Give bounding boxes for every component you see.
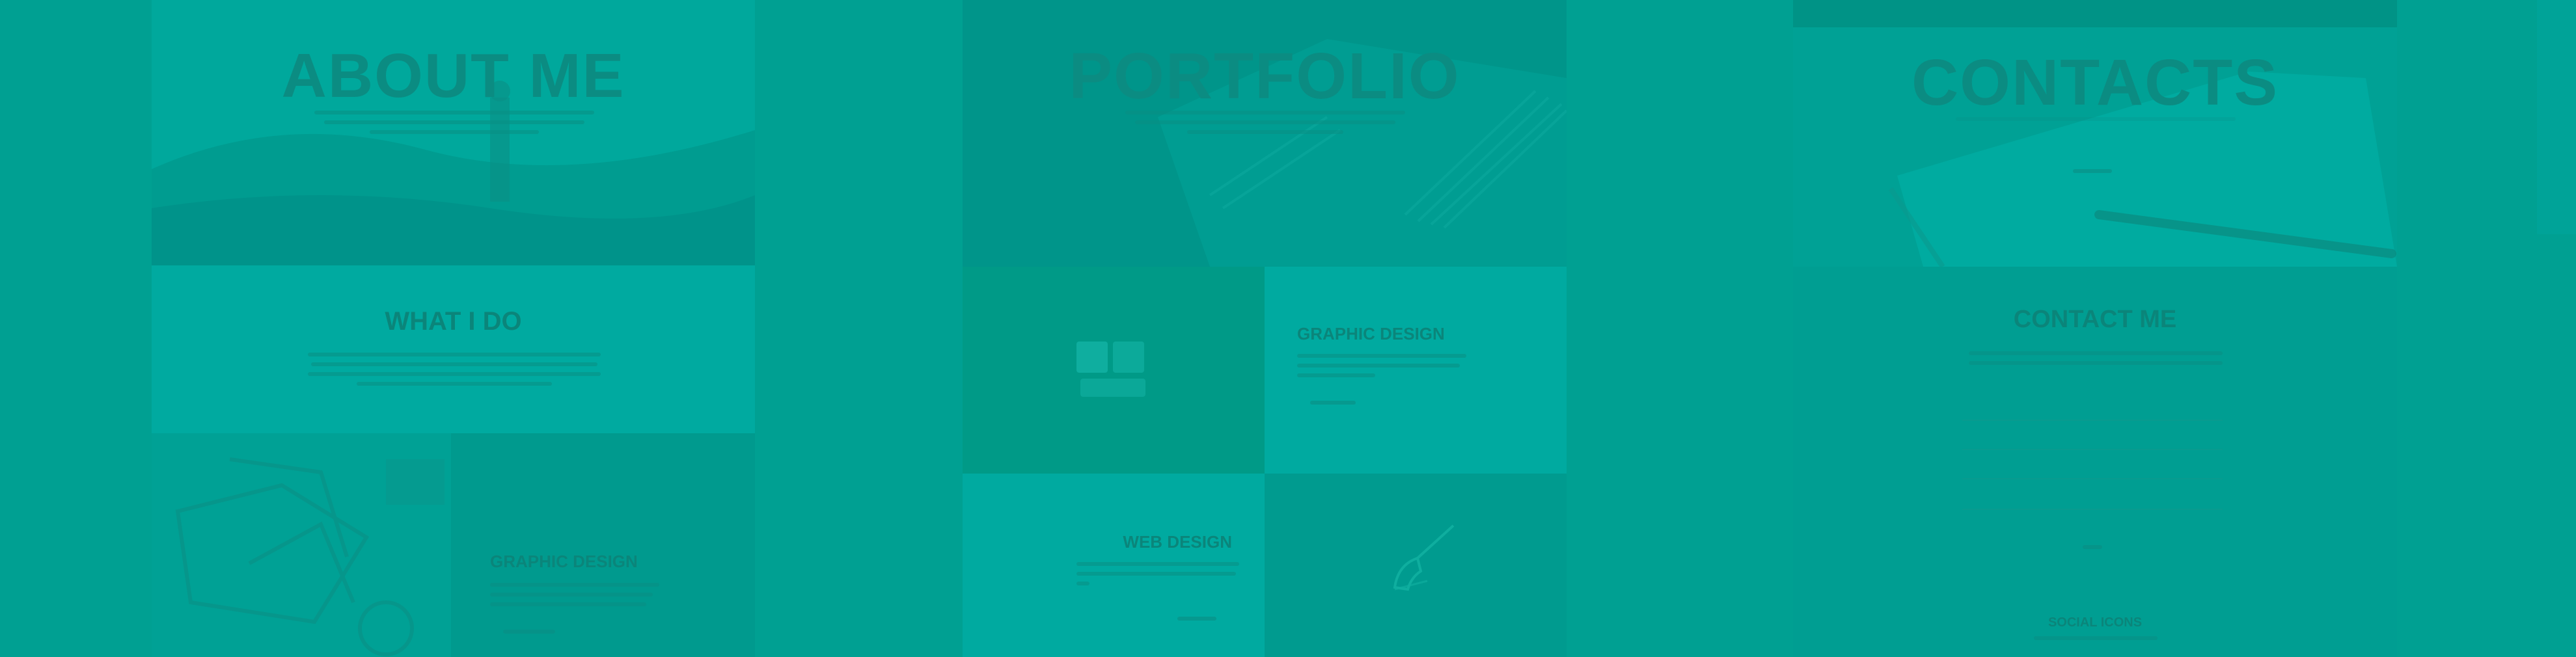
about-feature-image (152, 433, 451, 657)
next-panel-edge (2537, 0, 2576, 234)
contact-form-intro (1969, 351, 2223, 371)
contacts-hero-text (1956, 117, 2236, 127)
contacts-hero-image (1888, 72, 2397, 267)
contact-form-section: CONTACT ME SOCIAL ICONS (1793, 267, 2397, 657)
portfolio-hero: PORTFOLIO (963, 0, 1567, 267)
what-i-do-text (308, 353, 601, 392)
message-field[interactable] (1962, 509, 2223, 510)
contacts-title: CONTACTS (1911, 46, 2279, 119)
about-feature-title: GRAPHIC DESIGN (490, 552, 638, 571)
portfolio-panel: PORTFOLIO GRAPHIC DESIGN WEB DESIGN (963, 0, 1567, 657)
what-i-do-section: WHAT I DO (152, 265, 755, 433)
contacts-panel: CONTACTS CONTACT ME SOCIAL ICONS (1793, 0, 2397, 657)
portfolio-tile2-read-more[interactable] (1177, 617, 1216, 621)
portfolio-tile2-text (1076, 562, 1239, 591)
send-button[interactable] (2083, 545, 2102, 549)
portfolio-tile2-title: WEB DESIGN (1123, 532, 1232, 552)
portfolio-title: PORTFOLIO (1069, 40, 1460, 113)
portfolio-tile-web-image[interactable] (1265, 474, 1567, 657)
what-i-do-title: WHAT I DO (385, 307, 522, 336)
about-hero: ABOUT ME (152, 0, 755, 265)
about-panel: ABOUT ME WHAT I DO GRAPHIC DESIGN (152, 0, 755, 657)
subject-field[interactable] (1962, 478, 2223, 479)
portfolio-tile-graphic-text: GRAPHIC DESIGN (1265, 267, 1567, 474)
portfolio-tile1-text (1297, 354, 1466, 383)
portfolio-tile-web-text: WEB DESIGN (963, 474, 1265, 657)
pen-icon (1393, 524, 1455, 591)
portfolio-tile1-read-more[interactable] (1310, 401, 1356, 405)
contact-form-title: CONTACT ME (2013, 306, 2177, 333)
contacts-hero: CONTACTS (1793, 0, 2397, 267)
portfolio-tile-graphic-image[interactable] (963, 267, 1265, 474)
email-field[interactable] (1962, 449, 2223, 450)
about-feature-section: GRAPHIC DESIGN (152, 433, 755, 657)
social-icons-title: SOCIAL ICONS (2048, 615, 2143, 630)
about-title: ABOUT ME (281, 41, 625, 111)
contacts-hero-button[interactable] (2073, 169, 2112, 173)
portfolio-tile1-title: GRAPHIC DESIGN (1297, 324, 1445, 343)
portfolio-hero-text (1125, 111, 1405, 140)
social-icons-row (2034, 636, 2158, 646)
about-hero-text (314, 111, 594, 140)
about-feature-read-more[interactable] (503, 630, 555, 634)
about-feature-text (490, 583, 659, 612)
layers-icon (1076, 342, 1145, 397)
name-field[interactable] (1962, 420, 2223, 421)
